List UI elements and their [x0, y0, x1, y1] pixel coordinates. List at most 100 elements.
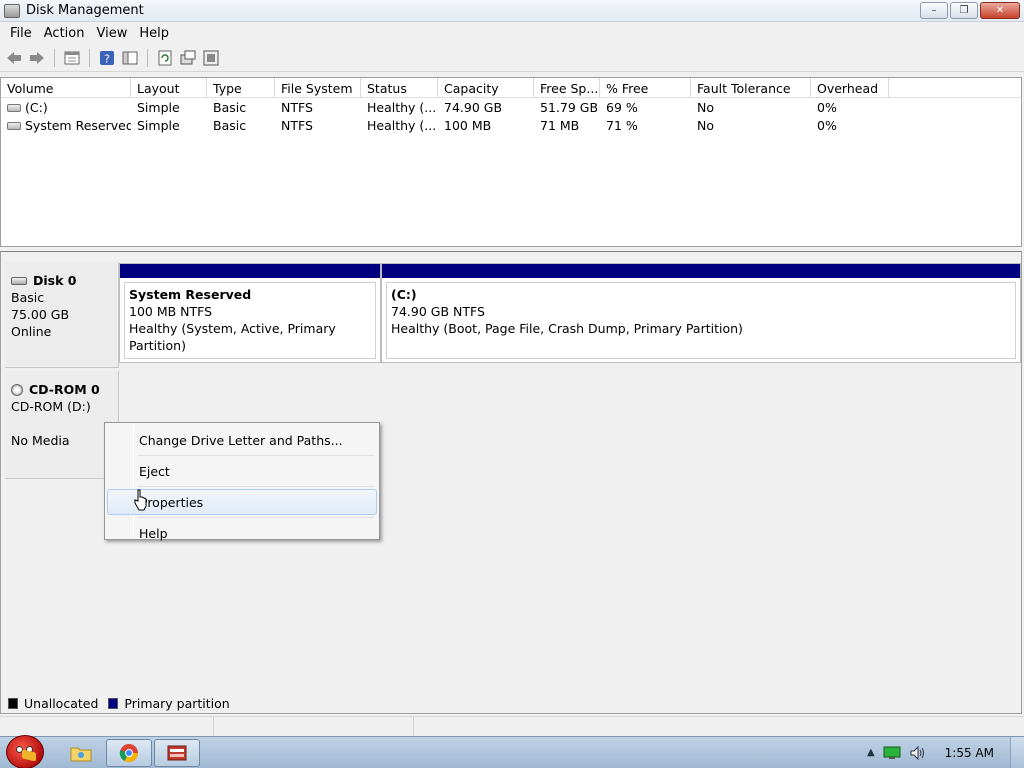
toolbar-separator — [54, 49, 55, 67]
legend-primary-partition: Primary partition — [124, 695, 230, 711]
maximize-button[interactable]: ❐ — [950, 2, 978, 19]
window-title: Disk Management — [26, 3, 144, 18]
column-header-status[interactable]: Status — [361, 78, 438, 97]
show-hidden-icons-icon[interactable]: ▲ — [867, 747, 875, 758]
menu-separator — [137, 455, 375, 456]
settings-icon[interactable] — [201, 48, 221, 68]
table-cell: 0% — [817, 99, 837, 115]
mouse-cursor-icon — [134, 489, 147, 511]
column-header-overhead[interactable]: Overhead — [811, 78, 889, 97]
table-cell: 100 MB — [444, 117, 492, 133]
properties-icon[interactable] — [62, 48, 82, 68]
system-tray: ▲ 1:55 AM — [867, 737, 1010, 768]
table-cell: NTFS — [281, 117, 313, 133]
disk-management-icon — [167, 745, 187, 760]
clock[interactable]: 1:55 AM — [945, 746, 994, 760]
menu-bar: File Action View Help — [0, 22, 1024, 45]
column-header-volume[interactable]: Volume — [1, 78, 131, 97]
taskbar: ▲ 1:55 AM — [0, 734, 1024, 768]
drive-icon — [7, 104, 21, 112]
volume-icon[interactable] — [909, 745, 927, 760]
menu-view[interactable]: View — [90, 24, 133, 43]
column-header-file-system[interactable]: File System — [275, 78, 361, 97]
menu-file[interactable]: File — [4, 24, 38, 43]
status-bar — [0, 716, 1024, 736]
table-cell: 51.79 GB — [540, 99, 599, 115]
column-header-capacity[interactable]: Capacity — [438, 78, 534, 97]
table-cell: 74.90 GB — [444, 99, 503, 115]
taskbar-disk-management-button[interactable] — [154, 738, 200, 767]
partition-size: 100 MB NTFS — [129, 304, 213, 319]
menu-item-help[interactable]: Help — [107, 520, 377, 546]
menu-help[interactable]: Help — [133, 24, 175, 43]
context-menu: Change Drive Letter and Paths... Eject P… — [104, 422, 380, 541]
close-button[interactable]: ✕ — [980, 2, 1020, 19]
cd-drive-icon — [11, 383, 23, 396]
table-cell-volume: (C:) — [1, 100, 131, 115]
table-cell: Healthy (... — [367, 99, 437, 115]
start-button[interactable] — [0, 734, 48, 768]
minimize-button[interactable]: – — [920, 2, 948, 19]
refresh-icon[interactable] — [155, 48, 175, 68]
cdrom-0-name: CD-ROM 0 — [11, 381, 112, 398]
legend-unallocated: Unallocated — [24, 695, 99, 711]
cdrom-0-label[interactable]: CD-ROM 0 CD-ROM (D:) No Media — [5, 371, 119, 479]
primary-partition-bar — [382, 264, 1020, 278]
hard-disk-icon — [11, 276, 27, 285]
partition-status: Healthy (Boot, Page File, Crash Dump, Pr… — [391, 321, 743, 336]
menu-action[interactable]: Action — [38, 24, 91, 43]
cdrom-0-media: No Media — [11, 433, 70, 448]
table-cell: Simple — [137, 99, 180, 115]
partition-system-reserved[interactable]: System Reserved 100 MB NTFS Healthy (Sys… — [119, 263, 381, 363]
table-cell: No — [697, 117, 714, 133]
window-controls: – ❐ ✕ — [920, 2, 1020, 19]
partition-name: System Reserved — [129, 287, 252, 302]
table-cell: No — [697, 99, 714, 115]
table-cell: 71 % — [606, 117, 638, 133]
table-cell: Simple — [137, 117, 180, 133]
help-icon[interactable]: ? — [97, 48, 117, 68]
primary-partition-swatch — [108, 697, 119, 709]
back-icon[interactable] — [4, 48, 24, 68]
toolbar: ? — [0, 45, 1024, 72]
menu-separator — [137, 517, 375, 518]
forward-icon[interactable] — [27, 48, 47, 68]
column-header-fault-tolerance[interactable]: Fault Tolerance — [691, 78, 811, 97]
menu-item-change-drive-letter[interactable]: Change Drive Letter and Paths... — [107, 427, 377, 453]
taskbar-explorer-button[interactable] — [58, 739, 104, 767]
explorer-icon — [70, 747, 92, 761]
table-row[interactable]: System Reserved Simple Basic NTFS Health… — [1, 116, 1021, 134]
disk-0-label[interactable]: Disk 0 Basic 75.00 GB Online — [5, 262, 119, 368]
column-header-layout[interactable]: Layout — [131, 78, 207, 97]
table-cell: Healthy (... — [367, 117, 437, 133]
status-cell — [0, 717, 214, 736]
chrome-icon — [119, 743, 138, 762]
table-cell: 71 MB — [540, 117, 580, 133]
show-desktop-button[interactable] — [1010, 736, 1024, 768]
partition-status: Healthy (System, Active, Primary Partiti… — [129, 321, 336, 353]
status-cell — [214, 717, 414, 736]
column-header-percent-free[interactable]: % Free — [600, 78, 691, 97]
partition-c-drive[interactable]: (C:) 74.90 GB NTFS Healthy (Boot, Page F… — [381, 263, 1021, 363]
menu-item-eject[interactable]: Eject — [107, 458, 377, 484]
column-header-type[interactable]: Type — [207, 78, 275, 97]
disk-management-icon — [4, 3, 20, 18]
show-hide-icon[interactable] — [120, 48, 140, 68]
rescan-icon[interactable] — [178, 48, 198, 68]
volume-list: Volume Layout Type File System Status Ca… — [0, 77, 1022, 247]
svg-text:?: ? — [104, 53, 110, 66]
partition-details: (C:) 74.90 GB NTFS Healthy (Boot, Page F… — [386, 282, 1016, 359]
drive-icon — [7, 122, 21, 130]
network-icon[interactable] — [883, 746, 901, 760]
disk-0-type: Basic — [11, 290, 45, 305]
column-header-free-space[interactable]: Free Sp... — [534, 78, 600, 97]
cdrom-0-drive: CD-ROM (D:) — [11, 399, 91, 414]
table-row[interactable]: (C:) Simple Basic NTFS Healthy (... 74.9… — [1, 98, 1021, 116]
toolbar-separator — [147, 49, 148, 67]
partition-name: (C:) — [391, 287, 417, 302]
taskbar-chrome-button[interactable] — [106, 738, 152, 767]
disk-0-size: 75.00 GB — [11, 307, 70, 322]
disk-0-status: Online — [11, 324, 52, 339]
table-cell: Basic — [213, 99, 247, 115]
